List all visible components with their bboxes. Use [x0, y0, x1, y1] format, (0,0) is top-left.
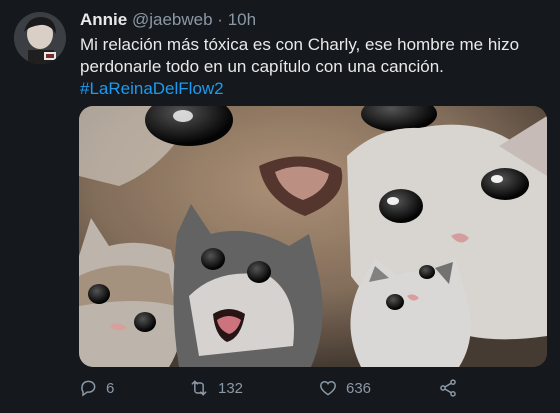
- timestamp[interactable]: 10h: [228, 10, 256, 29]
- reply-count: 6: [106, 379, 115, 397]
- share-button[interactable]: [438, 378, 458, 398]
- tweet[interactable]: Annie @jaebweb · 10h Mi relación más tóx…: [0, 0, 560, 413]
- retweet-count: 132: [218, 379, 244, 397]
- tweet-text: Mi relación más tóxica es con Charly, es…: [80, 34, 545, 100]
- like-button[interactable]: 636: [318, 378, 371, 398]
- retweet-button[interactable]: 132: [188, 378, 243, 398]
- tweet-header: Annie @jaebweb · 10h: [80, 10, 256, 30]
- heart-icon: [318, 378, 338, 398]
- retweet-icon: [188, 378, 210, 398]
- reply-button[interactable]: 6: [78, 378, 114, 398]
- hashtag-link[interactable]: #LaReinaDelFlow2: [80, 78, 545, 100]
- reply-icon: [78, 378, 98, 398]
- author-handle[interactable]: @jaebweb: [132, 10, 213, 29]
- like-count: 636: [346, 379, 372, 397]
- tweet-image[interactable]: [79, 106, 547, 367]
- separator: ·: [217, 10, 223, 29]
- tweet-body: Mi relación más tóxica es con Charly, es…: [80, 35, 520, 76]
- tweet-actions: 6 132 636: [78, 378, 498, 402]
- author-name[interactable]: Annie: [80, 10, 127, 29]
- avatar[interactable]: [14, 12, 66, 64]
- share-icon: [438, 378, 458, 398]
